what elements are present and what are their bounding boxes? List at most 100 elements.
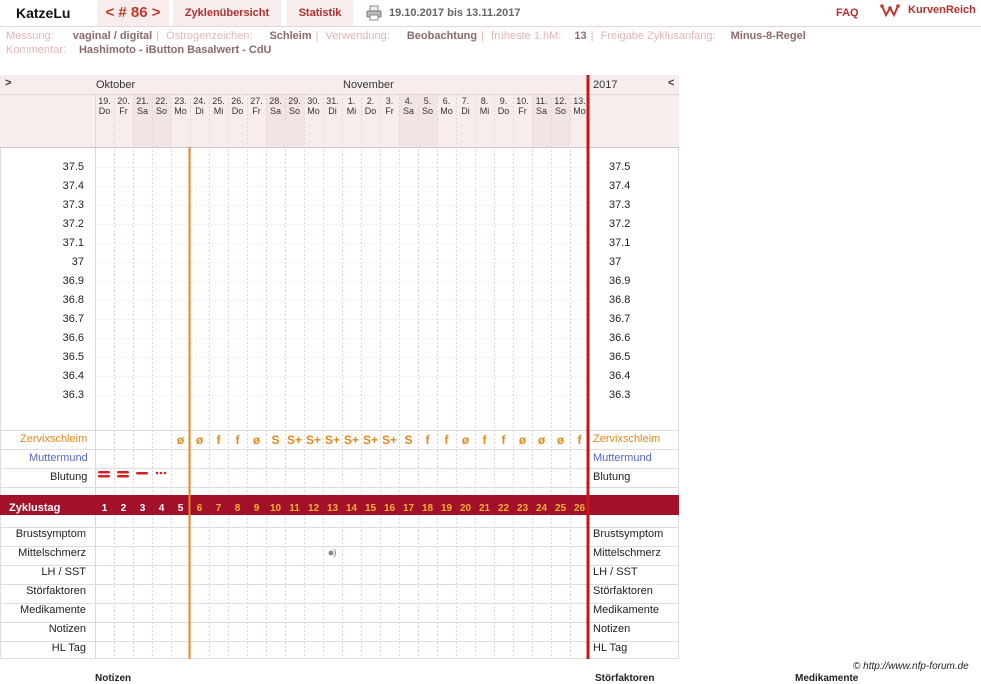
temp-tick-left: 36.9	[62, 275, 84, 287]
nav-next-button[interactable]: <	[668, 77, 674, 89]
temp-tick-left: 37.1	[62, 237, 84, 249]
zyklustag-number: 4	[158, 503, 165, 514]
year-label: 2017	[593, 79, 618, 91]
zervix-label-right: Zervixschleim	[593, 433, 661, 445]
temp-tick-left: 36.6	[62, 332, 84, 344]
top-header: KatzeLu < # 86 > Zyklenübersicht Statist…	[0, 0, 981, 27]
symptom-row-label-left: Medikamente	[19, 604, 86, 616]
day-number: 8.	[480, 96, 489, 106]
day-number: 2.	[366, 96, 375, 106]
zervix-mark: ø	[461, 433, 470, 447]
brand-link[interactable]: KurvenReich	[908, 4, 976, 16]
chart-grid	[0, 75, 679, 659]
zyklustag-number: 17	[402, 503, 415, 514]
zyklustag-number: 23	[516, 503, 529, 514]
faq-link[interactable]: FAQ	[836, 7, 859, 19]
weekday-label: Fr	[252, 106, 261, 116]
symptom-row-label-left: HL Tag	[51, 642, 86, 654]
zyklustag-number: 2	[120, 503, 127, 514]
symptom-row-label-right: Medikamente	[593, 604, 660, 616]
printer-icon[interactable]	[366, 5, 382, 21]
messung-value: vaginal / digital	[72, 30, 153, 42]
zyklustag-number: 26	[573, 503, 586, 514]
symptom-row-label-left: Notizen	[48, 623, 86, 635]
messung-label: Messung:	[6, 30, 54, 42]
zervix-mark: ø	[252, 433, 261, 447]
weekday-label: Sa	[136, 106, 148, 116]
zyklustag-number: 16	[383, 503, 396, 514]
symptom-row-label-right: Mittelschmerz	[593, 547, 661, 559]
temp-tick-left: 37.2	[62, 218, 84, 230]
temp-tick-right: 36.9	[609, 275, 631, 287]
oestrogen-value: Schleim	[269, 30, 312, 42]
verwendung-label: Verwendung:	[325, 30, 390, 42]
zyklustag-number: 9	[253, 503, 260, 514]
blutung-medium-mark	[136, 472, 148, 475]
freigabe-label: Freigabe Zyklusanfang:	[600, 30, 716, 42]
zyklustag-number: 20	[459, 503, 472, 514]
symptom-row-label-left: Brustsymptom	[15, 528, 86, 540]
weekday-label: Mo	[307, 106, 320, 116]
symptom-row-label-right: Notizen	[593, 623, 631, 635]
oestrogen-label: Östrogenzeichen:	[166, 30, 253, 42]
zervix-mark: f	[425, 433, 430, 447]
zervix-mark: S+	[381, 433, 397, 447]
day-number: 12.	[554, 96, 567, 106]
info-line-1: Messung: vaginal / digital | Östrogenzeic…	[6, 30, 806, 42]
mittelschmerz-mark	[328, 550, 334, 556]
temp-tick-left: 37.4	[62, 180, 84, 192]
day-number: 29.	[288, 96, 301, 106]
day-number: 25.	[212, 96, 225, 106]
weekday-label: Fr	[518, 106, 527, 116]
zyklustag-number: 5	[177, 503, 184, 514]
day-number: 6.	[442, 96, 451, 106]
day-number: 27.	[250, 96, 263, 106]
day-number: 26.	[231, 96, 244, 106]
weekday-label: Do	[364, 106, 377, 116]
credit-text: © http://www.nfp-forum.de	[853, 661, 969, 672]
zyklustag-number: 15	[364, 503, 377, 514]
symptom-row-label-right: Brustsymptom	[593, 528, 664, 540]
zyklustag-label: Zyklustag	[9, 502, 61, 514]
symptom-row-label-left: LH / SST	[41, 566, 86, 578]
zervix-mark: S+	[343, 433, 359, 447]
blutung-light-dot	[155, 471, 159, 475]
day-number: 22.	[155, 96, 168, 106]
temp-tick-left: 36.8	[62, 294, 84, 306]
day-number: 11.	[535, 96, 548, 106]
verwendung-value: Beobachtung	[406, 30, 478, 42]
weekday-label: Mi	[213, 106, 224, 116]
temp-tick-right: 36.8	[609, 294, 631, 306]
day-number: 30.	[307, 96, 320, 106]
weekday-label: Fr	[119, 106, 128, 116]
nav-prev-button[interactable]: >	[5, 77, 11, 89]
zyklustag-number: 13	[326, 503, 339, 514]
weekday-label: Sa	[402, 106, 414, 116]
crown-logo-icon	[880, 4, 900, 18]
weekday-label: Mo	[440, 106, 453, 116]
tab-zyklenuebersicht[interactable]: Zyklenübersicht	[173, 0, 281, 26]
weekday-label: Sa	[269, 106, 281, 116]
cycle-navigator[interactable]: < # 86 >	[97, 0, 169, 26]
symptom-row-label-left: Störfaktoren	[26, 585, 86, 597]
stoerfaktoren-heading: Störfaktoren	[595, 673, 655, 684]
zervix-mark: S+	[324, 433, 340, 447]
muttermund-label-left: Muttermund	[29, 452, 88, 464]
zervix-mark: ø	[195, 433, 204, 447]
weekday-label: So	[288, 106, 300, 116]
day-number: 31.	[326, 96, 339, 106]
zyklustag-number: 6	[196, 503, 203, 514]
month-label-november: November	[343, 79, 394, 91]
weekday-label: Fr	[385, 106, 394, 116]
tab-statistik[interactable]: Statistik	[287, 0, 353, 26]
day-number: 3.	[385, 96, 394, 106]
day-number: 21.	[136, 96, 149, 106]
temp-tick-left: 37.3	[62, 199, 84, 211]
temp-tick-left: 36.3	[62, 389, 84, 401]
zervix-mark: f	[235, 433, 240, 447]
day-number: 9.	[499, 96, 508, 106]
temp-tick-left: 36.4	[62, 370, 84, 382]
day-number: 4.	[404, 96, 413, 106]
zervix-mark: S+	[305, 433, 321, 447]
day-number: 5.	[423, 96, 432, 106]
